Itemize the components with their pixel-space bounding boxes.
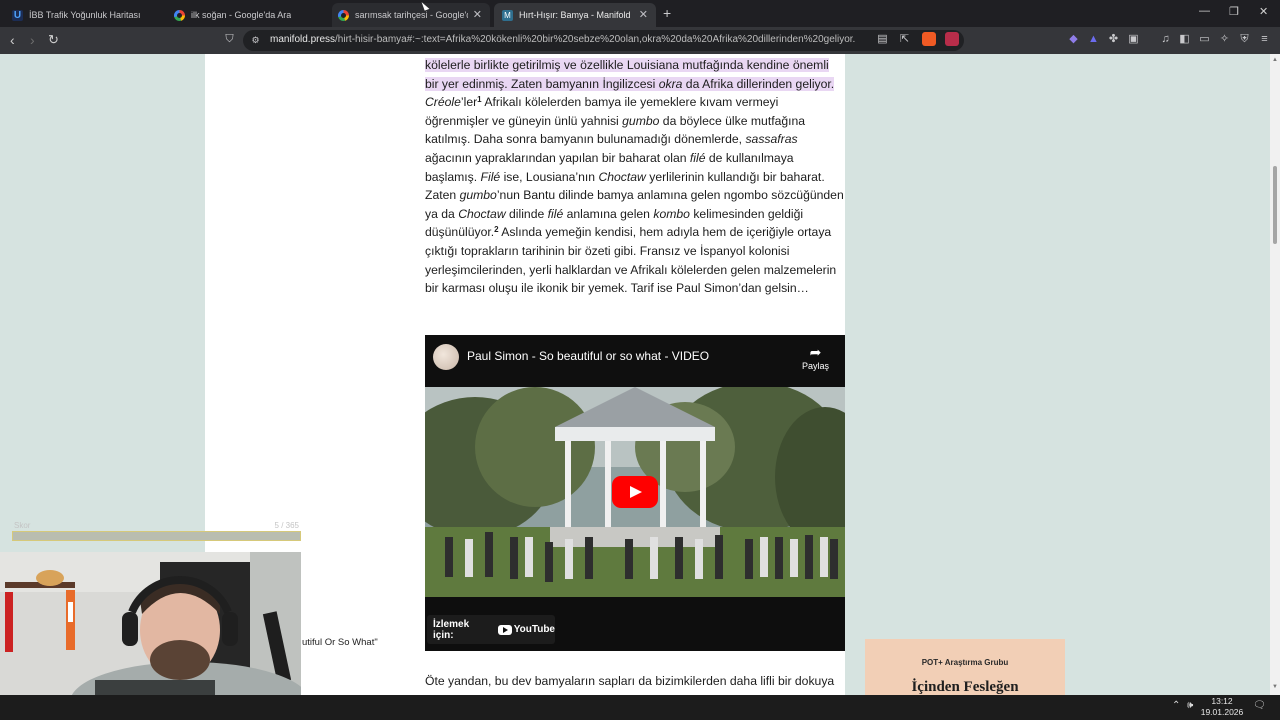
- text-em: kombo: [653, 206, 690, 221]
- media-icon[interactable]: ♫: [1159, 33, 1172, 46]
- promo-title: İçinden Fesleğen: [911, 679, 1019, 695]
- reader-mode-icon[interactable]: ▤: [876, 33, 889, 46]
- article-paragraph: kölelerle birlikte getirilmiş ve özellik…: [425, 56, 845, 298]
- close-window-icon[interactable]: ✕: [1259, 5, 1268, 18]
- tab-label: ilk soğan - Google'da Ara: [191, 10, 292, 20]
- article-paragraph: Öte yandan, bu dev bamyaların sapları da…: [425, 674, 835, 688]
- url-host: manifold.press: [270, 34, 336, 45]
- text-run: dilinde: [505, 206, 548, 221]
- restore-icon[interactable]: ❐: [1229, 5, 1239, 18]
- play-button[interactable]: [612, 476, 658, 508]
- scroll-down-icon[interactable]: ▼: [1272, 684, 1278, 690]
- text-run: ağacının yapraklarından yapılan bir baha…: [425, 150, 690, 165]
- crypto-wallet-icon[interactable]: ▭: [1198, 33, 1211, 46]
- bookmark-icon[interactable]: ⛉: [223, 33, 236, 46]
- leo-ai-icon[interactable]: ◆: [1067, 33, 1080, 46]
- tab-label: sarımsak tarihçesi - Google'da Ara: [355, 10, 468, 20]
- progress-label: Skor: [14, 521, 31, 530]
- text-run: anlamına gelen: [563, 206, 654, 221]
- progress-value: 5 / 365: [274, 521, 299, 530]
- video-header: Paul Simon - So beautiful or so what - V…: [425, 335, 845, 387]
- text-em: gumbo: [622, 113, 660, 128]
- back-icon[interactable]: ‹: [10, 31, 15, 49]
- clock-time: 13:12: [1211, 696, 1233, 706]
- google-icon: [174, 9, 185, 21]
- close-tab-icon[interactable]: ✕: [473, 8, 482, 21]
- brave-shields-icon[interactable]: [922, 32, 936, 46]
- vpn-icon[interactable]: ▲: [1087, 33, 1100, 46]
- google-icon: [338, 9, 349, 21]
- manifold-icon: M: [502, 9, 513, 21]
- tab-strip: U İBB Trafik Yoğunluk Haritası ilk soğan…: [0, 0, 1280, 27]
- tab-label: İBB Trafik Yoğunluk Haritası: [29, 10, 141, 20]
- text-run: ise, Lousiana’nın: [500, 169, 599, 184]
- tab-ilk-sogan[interactable]: ilk soğan - Google'da Ara: [168, 3, 328, 27]
- share-arrow-icon: ➦: [809, 344, 822, 360]
- browser-toolbar: ‹ › ↻ ⛉ ⚙ manifold.press/hirt-hisir-bamy…: [0, 27, 1280, 54]
- text-em: Filé: [480, 169, 501, 184]
- site-info-icon[interactable]: ⚙: [249, 34, 262, 47]
- reload-icon[interactable]: ↻: [48, 31, 59, 49]
- tab-sarimsak[interactable]: sarımsak tarihçesi - Google'da Ara ✕: [332, 3, 490, 27]
- text-em: sassafras: [745, 132, 798, 147]
- text-em: filé: [547, 206, 564, 221]
- progress-track: [12, 531, 301, 541]
- video-thumbnail[interactable]: [425, 382, 845, 597]
- tray-chevron-icon[interactable]: ⌃: [1172, 700, 1180, 711]
- shield-icon[interactable]: ⛨: [1238, 33, 1251, 46]
- ibb-icon: U: [12, 9, 23, 21]
- youtube-icon: [497, 624, 512, 635]
- clock-date: 19.01.2026: [1200, 707, 1244, 717]
- system-clock[interactable]: 13:12 19.01.2026: [1196, 696, 1248, 718]
- wallet-icon[interactable]: ▣: [1127, 33, 1140, 46]
- youtube-embed[interactable]: Paul Simon - So beautiful or so what - V…: [425, 335, 845, 651]
- youtube-wordmark: YouTube: [513, 624, 555, 635]
- share-icon[interactable]: ⇱: [898, 33, 911, 46]
- text-run: da Afrika dillerinden geliyor.: [682, 76, 835, 91]
- text-run: ’ler: [460, 95, 478, 110]
- tab-ibb[interactable]: U İBB Trafik Yoğunluk Haritası: [4, 3, 164, 27]
- scroll-up-icon[interactable]: ▲: [1272, 57, 1278, 63]
- url-text: manifold.press/hirt-hisir-bamya#:~:text=…: [270, 34, 855, 45]
- minimize-icon[interactable]: —: [1199, 5, 1210, 17]
- caption-fragment: utiful Or So What": [302, 637, 378, 648]
- watch-label: İzlemek için:: [433, 618, 470, 641]
- text-em: okra: [658, 76, 683, 91]
- watch-on-youtube-button[interactable]: İzlemek için: YouTube: [427, 615, 555, 644]
- text-em: Choctaw: [458, 206, 506, 221]
- close-tab-icon[interactable]: ✕: [639, 8, 648, 21]
- stream-progress-overlay: Skor 5 / 365: [12, 521, 301, 542]
- menu-icon[interactable]: ≡: [1258, 33, 1271, 46]
- url-path: /hirt-hisir-bamya#:~:text=Afrika%20köken…: [335, 34, 856, 45]
- promo-kicker: POT+ Araştırma Grubu: [921, 658, 1009, 667]
- video-footer: İzlemek için: YouTube: [425, 597, 845, 651]
- sidebar-icon[interactable]: ◧: [1178, 33, 1191, 46]
- text-em: filé: [689, 150, 706, 165]
- channel-avatar[interactable]: [433, 344, 459, 370]
- brave-rewards-icon[interactable]: [945, 32, 959, 46]
- address-bar[interactable]: ⚙ manifold.press/hirt-hisir-bamya#:~:tex…: [243, 30, 964, 51]
- ai-sparkle-icon[interactable]: ✧: [1218, 33, 1231, 46]
- text-em: Choctaw: [598, 169, 646, 184]
- text-em: gumbo: [459, 188, 497, 203]
- volume-icon[interactable]: 🕪: [1187, 700, 1193, 711]
- notifications-icon[interactable]: 🗨: [1253, 700, 1266, 711]
- video-title[interactable]: Paul Simon - So beautiful or so what - V…: [467, 349, 709, 363]
- forward-icon[interactable]: ›: [30, 31, 35, 49]
- text-em: Créole: [425, 95, 461, 110]
- extensions-icon[interactable]: ✤: [1107, 33, 1120, 46]
- tab-label: Hırt-Hışır: Bamya - Manifold: [519, 10, 631, 20]
- text-highlight: kölelerle birlikte getirilmiş ve özellik…: [425, 58, 835, 91]
- scrollbar-thumb[interactable]: [1273, 166, 1277, 244]
- share-label: Paylaş: [801, 361, 829, 371]
- scrollbar[interactable]: ▲ ▼: [1270, 54, 1280, 695]
- share-button[interactable]: ➦ Paylaş: [802, 344, 829, 371]
- promo-card[interactable]: POT+ Araştırma Grubu İçinden Fesleğen: [865, 639, 1065, 695]
- new-tab-button[interactable]: +: [663, 5, 671, 21]
- youtube-logo: YouTube: [497, 624, 555, 635]
- taskbar: ⌃ 🕪 13:12 19.01.2026 🗨: [0, 695, 1280, 720]
- tab-manifold[interactable]: M Hırt-Hışır: Bamya - Manifold ✕: [494, 3, 656, 27]
